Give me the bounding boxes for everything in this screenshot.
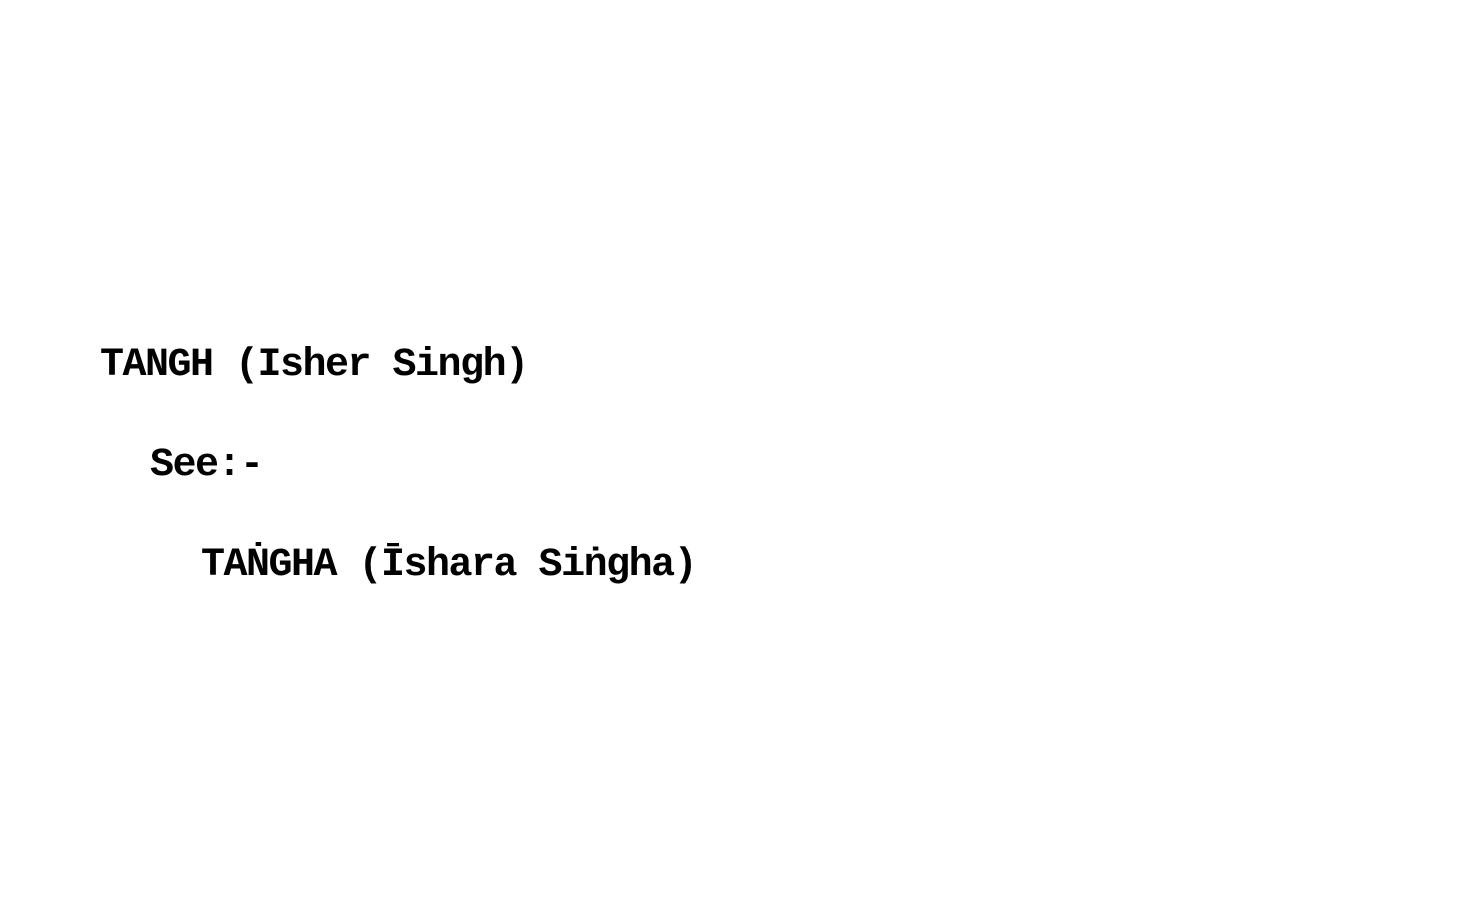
index-card: TANGH (Isher Singh) See:- TAṄGHA (Īshara… [0, 0, 1471, 904]
see-label: See:- [150, 443, 264, 488]
entry-heading: TANGH (Isher Singh) [100, 343, 529, 388]
cross-reference: TAṄGHA (Īshara Siṅgha) [201, 543, 698, 588]
